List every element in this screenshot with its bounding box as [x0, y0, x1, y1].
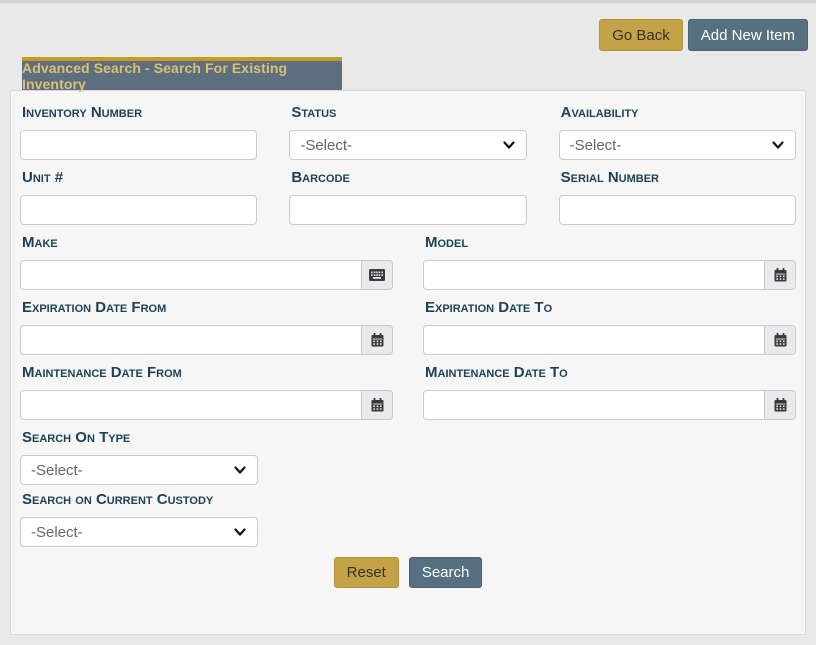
page-top-divider — [0, 0, 816, 3]
form-row-1: Inventory Number Status -Select- Availab… — [20, 102, 796, 167]
advanced-search-panel: Inventory Number Status -Select- Availab… — [10, 90, 806, 635]
availability-label: Availability — [561, 105, 796, 121]
barcode-field-group: Barcode — [289, 167, 526, 225]
serial-number-label: Serial Number — [561, 170, 796, 186]
calendar-icon[interactable] — [362, 390, 393, 420]
chevron-down-icon — [771, 138, 785, 152]
maintenance-date-from-label: Maintenance Date From — [22, 365, 393, 381]
search-on-current-custody-select-value: -Select- — [31, 524, 83, 541]
expiration-date-to-label: Expiration Date To — [425, 300, 796, 316]
inventory-number-field-group: Inventory Number — [20, 102, 257, 160]
search-on-current-custody-field-group: Search on Current Custody -Select- — [20, 492, 796, 547]
status-label: Status — [291, 105, 526, 121]
status-field-group: Status -Select- — [289, 102, 526, 160]
barcode-input[interactable] — [289, 195, 526, 225]
form-row-3: Make Model — [20, 232, 796, 297]
expiration-date-to-input[interactable] — [423, 325, 765, 355]
unit-label: Unit # — [22, 170, 257, 186]
form-row-2: Unit # Barcode Serial Number — [20, 167, 796, 232]
keyboard-icon[interactable] — [362, 260, 393, 290]
maintenance-date-to-label: Maintenance Date To — [425, 365, 796, 381]
status-select[interactable]: -Select- — [289, 130, 526, 160]
barcode-label: Barcode — [291, 170, 526, 186]
unit-input[interactable] — [20, 195, 257, 225]
chevron-down-icon — [233, 525, 247, 539]
expiration-date-from-input[interactable] — [20, 325, 362, 355]
go-back-button[interactable]: Go Back — [599, 19, 683, 51]
inventory-number-label: Inventory Number — [22, 105, 257, 121]
calendar-icon[interactable] — [765, 390, 796, 420]
make-input[interactable] — [20, 260, 362, 290]
status-select-value: -Select- — [300, 137, 352, 154]
expiration-date-to-field-group: Expiration Date To — [423, 297, 796, 355]
calendar-icon[interactable] — [765, 325, 796, 355]
search-on-current-custody-select[interactable]: -Select- — [20, 517, 258, 547]
availability-select[interactable]: -Select- — [559, 130, 796, 160]
availability-select-value: -Select- — [570, 137, 622, 154]
unit-field-group: Unit # — [20, 167, 257, 225]
search-on-type-label: Search On Type — [22, 430, 796, 446]
form-actions: Reset Search — [20, 557, 796, 588]
make-field-group: Make — [20, 232, 393, 290]
expiration-date-from-field-group: Expiration Date From — [20, 297, 393, 355]
model-field-group: Model — [423, 232, 796, 290]
reset-button[interactable]: Reset — [334, 557, 399, 588]
form-row-4: Expiration Date From Expir — [20, 297, 796, 362]
maintenance-date-to-field-group: Maintenance Date To — [423, 362, 796, 420]
maintenance-date-from-input[interactable] — [20, 390, 362, 420]
search-on-current-custody-label: Search on Current Custody — [22, 492, 796, 508]
search-on-type-field-group: Search On Type -Select- — [20, 430, 796, 485]
add-new-item-button[interactable]: Add New Item — [688, 19, 808, 51]
form-row-6: Search On Type -Select- — [20, 430, 796, 485]
maintenance-date-to-input[interactable] — [423, 390, 765, 420]
chevron-down-icon — [502, 138, 516, 152]
inventory-number-input[interactable] — [20, 130, 257, 160]
header-actions: Go Back Add New Item — [599, 19, 808, 51]
calendar-icon[interactable] — [765, 260, 796, 290]
serial-number-field-group: Serial Number — [559, 167, 796, 225]
availability-field-group: Availability -Select- — [559, 102, 796, 160]
model-label: Model — [425, 235, 796, 251]
maintenance-date-from-field-group: Maintenance Date From — [20, 362, 393, 420]
tab-title: Advanced Search - Search For Existing In… — [22, 60, 342, 92]
search-on-type-select[interactable]: -Select- — [20, 455, 258, 485]
chevron-down-icon — [233, 463, 247, 477]
make-label: Make — [22, 235, 393, 251]
search-button[interactable]: Search — [409, 557, 483, 588]
form-row-5: Maintenance Date From Main — [20, 362, 796, 427]
serial-number-input[interactable] — [559, 195, 796, 225]
search-on-type-select-value: -Select- — [31, 462, 83, 479]
calendar-icon[interactable] — [362, 325, 393, 355]
expiration-date-from-label: Expiration Date From — [22, 300, 393, 316]
model-input[interactable] — [423, 260, 765, 290]
form-row-7: Search on Current Custody -Select- — [20, 492, 796, 547]
tab-advanced-search[interactable]: Advanced Search - Search For Existing In… — [22, 57, 342, 90]
